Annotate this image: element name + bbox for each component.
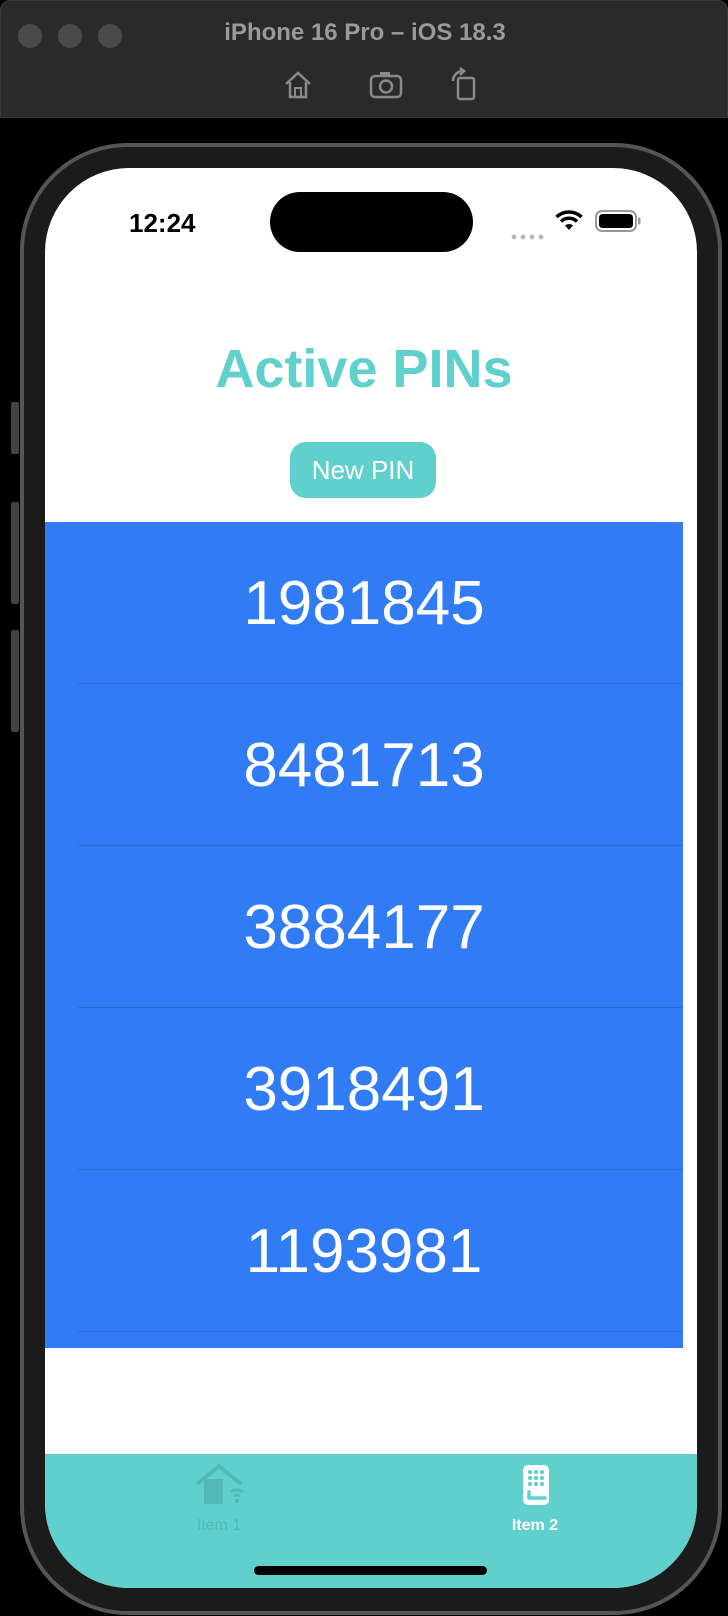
home-wifi-icon bbox=[193, 1464, 245, 1512]
cellular-signal-icon bbox=[511, 227, 545, 245]
device-screen: 12:24 Active PINs New PIN 1981845 848171… bbox=[45, 168, 697, 1588]
volume-down-button bbox=[11, 630, 19, 732]
screenshot-icon[interactable] bbox=[368, 67, 404, 103]
tab-item-1-label: Item 1 bbox=[196, 1517, 242, 1534]
tab-item-1[interactable]: Item 1 bbox=[159, 1464, 279, 1535]
tab-item-2-label: Item 2 bbox=[511, 1517, 559, 1534]
pin-row[interactable]: 1981845 bbox=[45, 522, 683, 684]
pin-row[interactable]: 3884177 bbox=[45, 846, 683, 1008]
volume-up-button bbox=[11, 502, 19, 604]
pin-list: 1981845 8481713 3884177 3918491 1193981 bbox=[45, 522, 683, 1348]
home-indicator bbox=[254, 1566, 487, 1575]
pin-row[interactable]: 3918491 bbox=[45, 1008, 683, 1170]
action-button bbox=[11, 402, 19, 454]
page-title: Active PINs bbox=[215, 339, 513, 399]
dynamic-island bbox=[270, 192, 473, 252]
rotate-icon[interactable] bbox=[447, 67, 483, 103]
pin-row[interactable]: 1193981 bbox=[45, 1170, 683, 1332]
new-pin-button[interactable]: New PIN bbox=[290, 442, 436, 498]
keypad-lock-icon bbox=[513, 1465, 557, 1512]
pin-row[interactable]: 8481713 bbox=[45, 684, 683, 846]
simulator-title: iPhone 16 Pro – iOS 18.3 bbox=[224, 19, 506, 46]
simulator-title-bar: iPhone 16 Pro – iOS 18.3 bbox=[0, 0, 728, 118]
tab-item-2[interactable]: Item 2 bbox=[475, 1464, 595, 1535]
status-time: 12:24 bbox=[129, 208, 196, 238]
wifi-icon bbox=[554, 208, 584, 237]
battery-icon bbox=[595, 210, 641, 237]
home-icon[interactable] bbox=[280, 67, 316, 103]
